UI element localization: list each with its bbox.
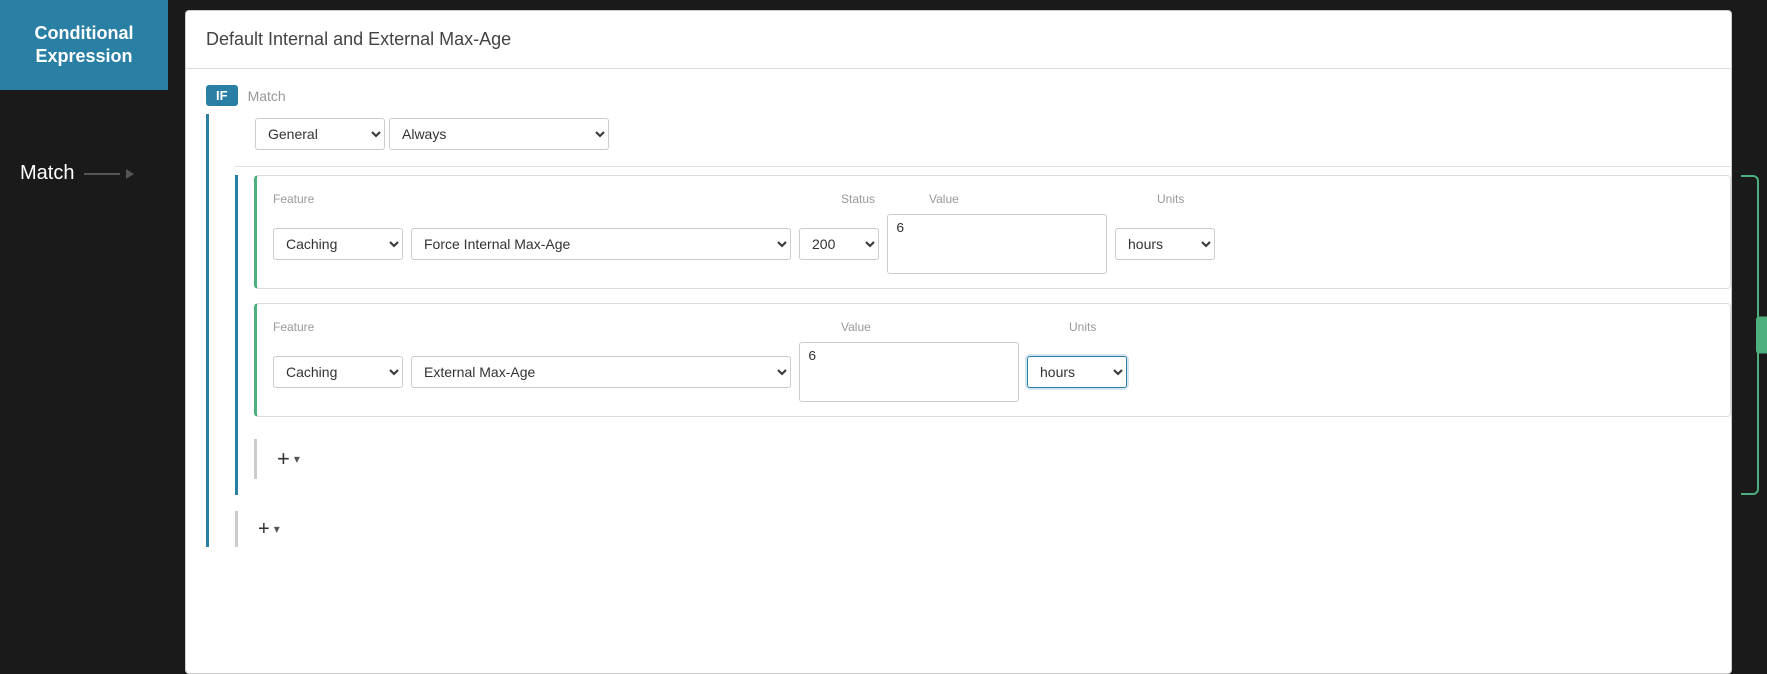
field-labels-row-1: Feature Status Value Units [273,190,1714,206]
match-selects-row: General Always [235,114,1731,167]
match-arrow-line [84,173,120,175]
feature2-value-input[interactable]: 6 [799,342,1019,402]
rule-title-text: Default Internal and External Max-Age [206,29,511,49]
feature1-value-input[interactable]: 6 [887,214,1107,274]
if-badge: IF [206,85,238,106]
if-section: General Always Feature [186,114,1731,547]
value-label-2: Value [841,318,1061,334]
feature2-units-select[interactable]: seconds minutes hours days [1027,356,1127,388]
add-rule-vert-line [235,511,238,547]
vert-line-blue [206,114,209,547]
feature-block-2: Feature Value Units [254,303,1731,417]
match-arrow-head [126,169,134,179]
add-feature-row: + ▾ [254,431,1731,495]
features-label: Features [1756,317,1767,354]
if-match-row: IF Match [186,69,1731,114]
main-panel: Default Internal and External Max-Age IF… [185,10,1732,674]
value-label-1: Value [929,190,1149,206]
rule-title-bar: Default Internal and External Max-Age [186,11,1731,69]
feature2-feature-select[interactable]: External Max-Age [411,356,791,388]
selects-row-1: Caching Force Internal Max-Age 200 6 [273,214,1714,274]
feature1-status-select[interactable]: 200 [799,228,879,260]
add-rule-button[interactable]: + ▾ [250,514,288,545]
field-labels-row-2: Feature Value Units [273,318,1714,334]
feature1-units-select[interactable]: seconds minutes hours days [1115,228,1215,260]
feature-section: Feature Status Value Units [235,175,1731,495]
units-label-2: Units [1069,318,1189,334]
match-label-left: Match [0,162,168,185]
outer-wrapper: Conditional Expression Match Default Int… [0,0,1767,674]
match-condition-select[interactable]: Always [389,118,609,150]
match-category-select[interactable]: General [255,118,385,150]
add-rule-row: + ▾ [235,503,1731,547]
add-feature-button[interactable]: + ▾ [269,442,308,476]
add-vert-line [254,439,257,479]
feature1-category-select[interactable]: Caching [273,228,403,260]
feature-label-1: Feature [273,190,833,206]
feature1-feature-select[interactable]: Force Internal Max-Age [411,228,791,260]
if-content: General Always Feature [225,114,1731,547]
conditional-expression-label: Conditional Expression [0,0,168,90]
feature-label-2: Feature [273,318,833,334]
selects-row-2: Caching External Max-Age 6 seconds minut… [273,342,1714,402]
feature-block-1: Feature Status Value Units [254,175,1731,289]
units-label-1: Units [1157,190,1277,206]
feature2-category-select[interactable]: Caching [273,356,403,388]
if-match-label: Match [248,88,286,104]
vert-line-inner [235,175,238,495]
feature-blocks-container: Feature Status Value Units [254,175,1731,495]
status-label-1: Status [841,190,921,206]
